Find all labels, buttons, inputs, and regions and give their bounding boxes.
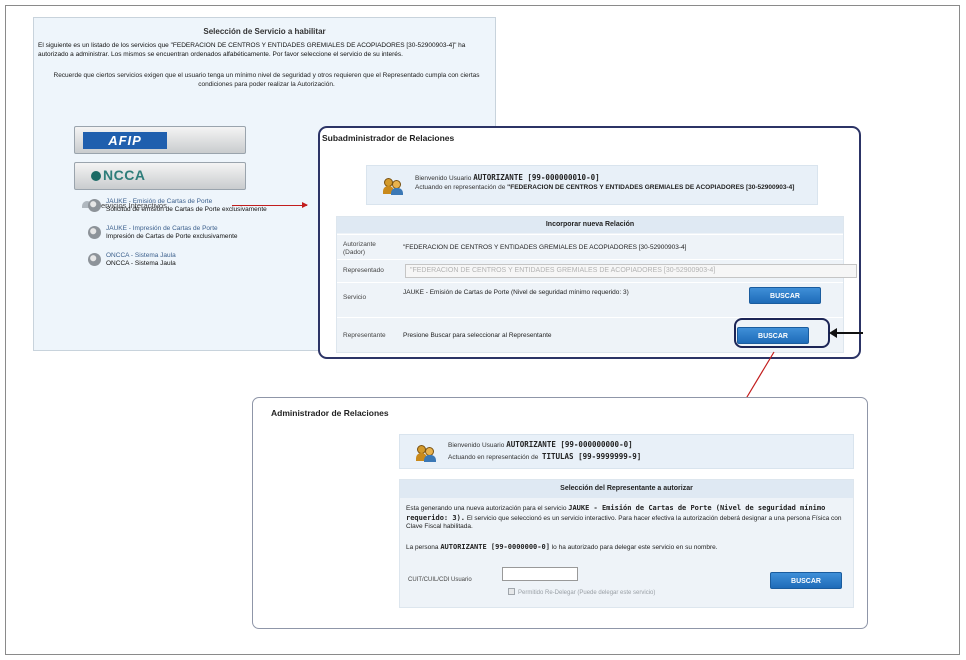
representative-selection-title: Selección del Representante a autorizar — [400, 480, 853, 498]
paragraph-after: El servicio que seleccionó es un servici… — [406, 514, 842, 531]
acting-line: Actuando en representación de TITULAS [9… — [448, 453, 641, 462]
representative-selection-form: Selección del Representante a autorizar … — [399, 479, 854, 608]
cuit-input[interactable] — [502, 567, 578, 581]
welcome-user: AUTORIZANTE [99-000000000-0] — [506, 440, 633, 449]
admin-panel: Administrador de Relaciones Bienvenido U… — [252, 397, 868, 629]
delegate-suffix: lo ha autorizado para delegar este servi… — [551, 544, 718, 551]
delegate-user: AUTORIZANTE [99-0000000-0] — [440, 543, 550, 551]
welcome-box: Bienvenido Usuario AUTORIZANTE [99-00000… — [399, 434, 854, 469]
welcome-prefix: Bienvenido Usuario — [448, 442, 505, 449]
delegate-line: La persona AUTORIZANTE [99-0000000-0] lo… — [406, 543, 718, 551]
users-icon — [416, 444, 436, 462]
delegate-prefix: La persona — [406, 544, 439, 551]
authorization-paragraph: Esta generando una nueva autorización pa… — [406, 504, 851, 532]
redelegate-option[interactable]: Permitido Re-Delegar (Puede delegar este… — [508, 588, 655, 596]
redelegate-label: Permitido Re-Delegar (Puede delegar este… — [518, 590, 656, 596]
redelegate-checkbox[interactable] — [508, 588, 515, 595]
acting-entity: TITULAS [99-9999999-9] — [541, 452, 642, 461]
cuit-label: CUIT/CUIL/CDI Usuario — [408, 577, 472, 583]
welcome-line: Bienvenido Usuario AUTORIZANTE [99-00000… — [448, 440, 633, 449]
admin-title: Administrador de Relaciones — [271, 408, 389, 418]
acting-prefix: Actuando en representación de — [448, 454, 539, 461]
buscar-user-button[interactable]: BUSCAR — [770, 572, 842, 589]
paragraph-before: Esta generando una nueva autorización pa… — [406, 505, 567, 512]
